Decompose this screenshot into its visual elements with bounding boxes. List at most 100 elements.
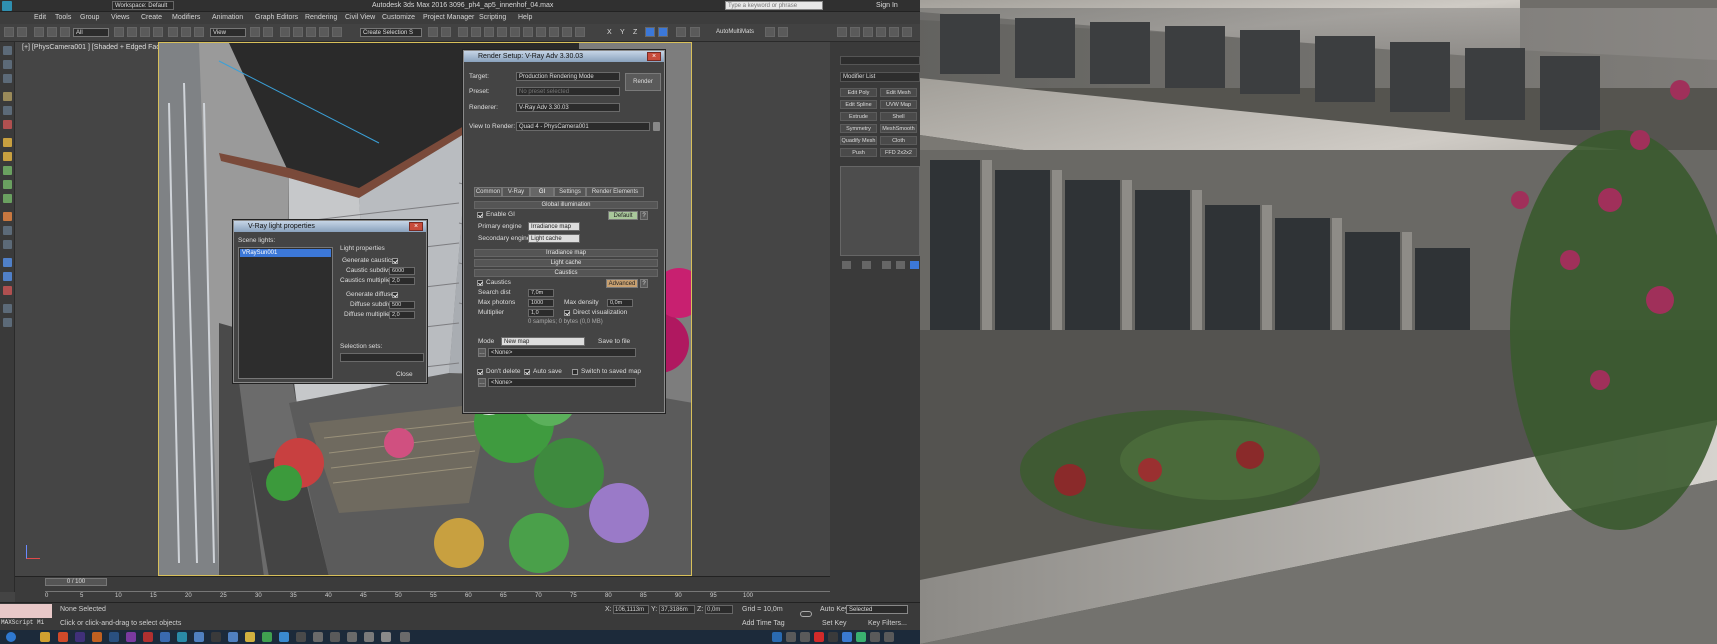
primary-engine-select[interactable]: Irradiance map <box>528 222 580 231</box>
mod-meshsmooth-button[interactable]: MeshSmooth <box>880 124 917 133</box>
app-icon[interactable] <box>279 632 289 642</box>
hierarchy-panel-icon[interactable] <box>863 27 873 37</box>
x-coordinate-field[interactable]: 106,1113m <box>613 605 649 614</box>
mod-quadify-mesh-button[interactable]: Quadify Mesh <box>840 136 877 145</box>
menu-civil-view[interactable]: Civil View <box>345 14 375 21</box>
axis-xy-button[interactable] <box>645 27 655 37</box>
3dsmax-taskbar-icon[interactable] <box>177 632 187 642</box>
tab-settings[interactable]: Settings <box>554 187 586 197</box>
menu-animation[interactable]: Animation <box>212 14 243 21</box>
time-slider[interactable]: 0 / 100 <box>45 578 107 586</box>
menu-tools[interactable]: Tools <box>55 14 71 21</box>
tray-icon[interactable] <box>814 632 824 642</box>
tool-icon[interactable] <box>3 258 12 267</box>
undo-icon[interactable] <box>4 27 14 37</box>
help-icon[interactable]: ? <box>640 279 648 288</box>
tool-icon[interactable] <box>3 286 12 295</box>
preset-select[interactable]: No preset selected <box>516 87 620 96</box>
viewport-label[interactable]: [+] [PhysCamera001 ] [Shaded + Edged Fac… <box>22 44 171 51</box>
switch-to-saved-map-checkbox[interactable] <box>572 369 578 375</box>
tool-icon[interactable] <box>3 226 12 235</box>
select-by-name-icon[interactable] <box>127 27 137 37</box>
tool-icon[interactable] <box>3 74 12 83</box>
lock-icon[interactable] <box>653 122 660 131</box>
explorer-icon[interactable] <box>40 632 50 642</box>
tray-icon[interactable] <box>842 632 852 642</box>
named-selection-sets-select[interactable]: Create Selection S <box>360 28 422 37</box>
app-icon[interactable] <box>347 632 357 642</box>
secondary-engine-select[interactable]: Light cache <box>528 234 580 243</box>
gi-rollout[interactable]: Global illumination <box>474 201 658 209</box>
tray-icon[interactable] <box>800 632 810 642</box>
menu-rendering[interactable]: Rendering <box>305 14 337 21</box>
scene-light-item[interactable]: VRaySun001 <box>240 249 331 257</box>
tray-icon[interactable] <box>856 632 866 642</box>
close-icon[interactable]: × <box>409 222 423 231</box>
teapot-render-icon[interactable] <box>676 27 686 37</box>
tool-icon[interactable] <box>3 212 12 221</box>
generate-diffuse-checkbox[interactable] <box>392 292 398 298</box>
mod-shell-button[interactable]: Shell <box>880 112 917 121</box>
tool-icon[interactable] <box>3 46 12 55</box>
mod-symmetry-button[interactable]: Symmetry <box>840 124 877 133</box>
light-cache-rollout[interactable]: Light cache <box>474 259 658 267</box>
tool-icon[interactable] <box>3 304 12 313</box>
mod-extrude-button[interactable]: Extrude <box>840 112 877 121</box>
max-photons-spinner[interactable]: 1000 <box>528 299 554 307</box>
mod-edit-spline-button[interactable]: Edit Spline <box>840 100 877 109</box>
mod-cloth-button[interactable]: Cloth <box>880 136 917 145</box>
tool-icon[interactable] <box>3 180 12 189</box>
diffuse-multiplier-spinner[interactable]: 2,0 <box>389 311 415 319</box>
select-manipulate-icon[interactable] <box>263 27 273 37</box>
unlink-icon[interactable] <box>47 27 57 37</box>
move-icon[interactable] <box>168 27 178 37</box>
search-dist-spinner[interactable]: 7,0m <box>528 289 554 297</box>
motion-panel-icon[interactable] <box>876 27 886 37</box>
pivot-center-icon[interactable] <box>250 27 260 37</box>
create-panel-icon[interactable] <box>837 27 847 37</box>
scene-lights-list[interactable]: VRaySun001 <box>238 247 333 379</box>
render-setup-icon[interactable] <box>536 27 546 37</box>
scale-icon[interactable] <box>194 27 204 37</box>
axis-y-button[interactable]: Y <box>620 29 625 36</box>
key-icon[interactable] <box>800 611 812 617</box>
maxscript-listener[interactable] <box>0 604 52 618</box>
renderer-select[interactable]: V-Ray Adv 3.30.03 <box>516 103 620 112</box>
mirror-icon[interactable] <box>428 27 438 37</box>
tab-vray[interactable]: V-Ray <box>502 187 530 197</box>
caustics-rollout[interactable]: Caustics <box>474 269 658 277</box>
menu-group[interactable]: Group <box>80 14 99 21</box>
search-input[interactable]: Type a keyword or phrase <box>725 1 823 10</box>
app-icon[interactable] <box>211 632 221 642</box>
make-unique-icon[interactable] <box>882 261 891 269</box>
mod-edit-poly-button[interactable]: Edit Poly <box>840 88 877 97</box>
tool-icon[interactable] <box>3 106 12 115</box>
redo-icon[interactable] <box>17 27 27 37</box>
render-button[interactable]: Render <box>625 73 661 91</box>
target-select[interactable]: Production Rendering Mode <box>516 72 620 81</box>
direct-visualization-checkbox[interactable] <box>564 310 570 316</box>
menu-graph-editors[interactable]: Graph Editors <box>255 14 298 21</box>
app-icon[interactable] <box>330 632 340 642</box>
enable-gi-checkbox[interactable] <box>477 212 483 218</box>
menu-customize[interactable]: Customize <box>382 14 415 21</box>
angle-snap-icon[interactable] <box>306 27 316 37</box>
tab-render-elements[interactable]: Render Elements <box>586 187 644 197</box>
auto-key-button[interactable]: Auto Key <box>820 606 848 613</box>
tab-common[interactable]: Common <box>474 187 502 197</box>
auto-save-checkbox[interactable] <box>524 369 530 375</box>
mod-uvw-map-button[interactable]: UVW Map <box>880 100 917 109</box>
caustics-checkbox[interactable] <box>477 280 483 286</box>
axis-x-button[interactable]: X <box>607 29 612 36</box>
advanced-button[interactable]: Advanced <box>606 279 638 288</box>
modifier-list-select[interactable]: Modifier List <box>840 72 920 82</box>
firefox-icon[interactable] <box>58 632 68 642</box>
render-production-icon[interactable] <box>562 27 572 37</box>
axis-z-button[interactable]: Z <box>633 29 637 36</box>
menu-edit[interactable]: Edit <box>34 14 46 21</box>
object-name-field[interactable] <box>840 56 920 65</box>
generate-caustics-checkbox[interactable] <box>392 258 398 264</box>
tray-icon[interactable] <box>870 632 880 642</box>
set-key-button[interactable]: Set Key <box>822 620 847 627</box>
tool-icon[interactable] <box>3 60 12 69</box>
